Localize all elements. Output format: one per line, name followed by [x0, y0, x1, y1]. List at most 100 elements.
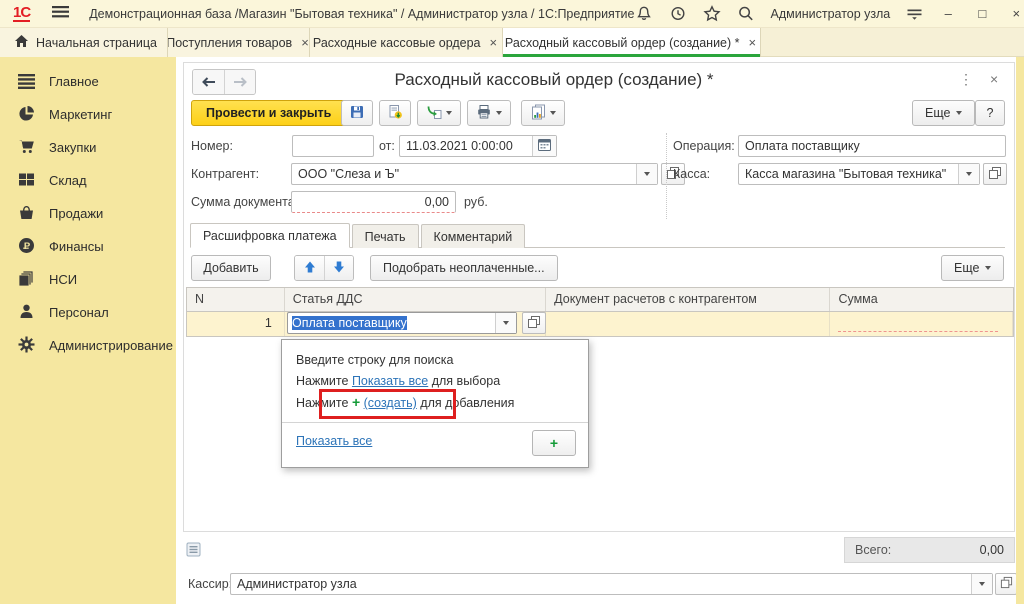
reports-button[interactable]: [521, 100, 565, 126]
tab-comment[interactable]: Комментарий: [421, 224, 526, 248]
save-button[interactable]: [341, 100, 373, 126]
workspace: Главное Маркетинг Закупки Склад Продажи …: [0, 57, 1024, 604]
sidebar-item-label: Маркетинг: [49, 107, 112, 122]
chevron-down-icon: [966, 172, 972, 176]
settlement-doc-cell[interactable]: [546, 312, 830, 336]
open-link-icon: [527, 315, 541, 332]
chevron-down-icon: [503, 321, 509, 325]
print-button[interactable]: [467, 100, 511, 126]
table-more-button[interactable]: Еще: [941, 255, 1004, 281]
sidebar-item-administration[interactable]: Администрирование: [0, 329, 176, 362]
sidebar-item-marketing[interactable]: Маркетинг: [0, 98, 176, 131]
sidebar-item-purchases[interactable]: Закупки: [0, 131, 176, 164]
document-area: Расходный кассовый ордер (создание) * ⋮ …: [176, 57, 1016, 604]
move-row-up-button[interactable]: [295, 256, 324, 280]
form-kebab-icon[interactable]: ⋮: [959, 71, 973, 88]
close-window-button[interactable]: ×: [1007, 6, 1024, 21]
main-menu-button[interactable]: [52, 5, 69, 22]
create-inline-link[interactable]: (создать): [364, 396, 417, 410]
create-based-on-button[interactable]: [417, 100, 461, 126]
chevron-down-icon: [550, 111, 556, 115]
date-input[interactable]: 11.03.2021 0:00:00: [400, 136, 532, 156]
operation-input[interactable]: Оплата поставщику: [738, 135, 1006, 157]
cashier-dropdown-button[interactable]: [971, 574, 992, 594]
date-input-group: 11.03.2021 0:00:00: [399, 135, 557, 157]
pie-chart-icon: [18, 105, 35, 125]
show-all-inline-link[interactable]: Показать все: [352, 374, 428, 388]
tab-goods-receipts[interactable]: Поступления товаров ×: [168, 28, 310, 57]
calendar-icon: [537, 137, 552, 155]
sidebar-item-sales[interactable]: Продажи: [0, 197, 176, 230]
cashbox-dropdown-button[interactable]: [958, 164, 979, 184]
history-icon[interactable]: [669, 5, 687, 22]
form-close-icon[interactable]: ×: [990, 71, 998, 87]
sidebar-item-label: Администрирование: [49, 338, 173, 353]
service-settings-icon[interactable]: [906, 6, 923, 21]
maximize-button[interactable]: □: [973, 6, 991, 21]
column-header-amount[interactable]: Сумма: [830, 288, 1013, 311]
calendar-button[interactable]: [532, 136, 556, 156]
hint-text: Нажмите: [296, 396, 352, 410]
tab-home[interactable]: Начальная страница: [0, 28, 168, 57]
forward-button[interactable]: [224, 70, 255, 94]
dds-item-open-button[interactable]: [522, 312, 546, 334]
dropdown-hint-popup: Введите строку для поиска Нажмите Показа…: [281, 339, 589, 468]
cashbox-open-button[interactable]: [983, 163, 1007, 185]
tab-print[interactable]: Печать: [352, 224, 419, 248]
nav-history-group: [192, 69, 256, 95]
post-and-close-button[interactable]: Провести и закрыть: [191, 100, 346, 126]
chevron-down-icon: [446, 111, 452, 115]
amount-input[interactable]: 0,00: [291, 191, 456, 213]
tab-close-icon[interactable]: ×: [488, 36, 500, 49]
cashier-open-button[interactable]: [995, 573, 1017, 595]
column-header-settlement-doc[interactable]: Документ расчетов с контрагентом: [546, 288, 830, 311]
arrow-down-icon: [332, 260, 346, 277]
basket-icon: [18, 204, 35, 224]
dds-item-editor-input[interactable]: Оплата поставщику: [288, 313, 495, 333]
form-tabs: Расшифровка платежа Печать Комментарий: [190, 223, 1005, 248]
current-user[interactable]: Администратор узла: [771, 7, 891, 21]
notifications-bell-icon[interactable]: [635, 5, 653, 22]
post-document-button[interactable]: [379, 100, 411, 126]
tab-close-icon[interactable]: ×: [747, 36, 759, 49]
sidebar-item-finance[interactable]: P Финансы: [0, 230, 176, 263]
sidebar-item-personnel[interactable]: Персонал: [0, 296, 176, 329]
move-row-down-button[interactable]: [324, 256, 353, 280]
number-input[interactable]: [292, 135, 374, 157]
help-button[interactable]: ?: [975, 100, 1005, 126]
counterparty-input[interactable]: ООО "Слеза и Ъ": [292, 164, 636, 184]
tab-close-icon[interactable]: ×: [299, 36, 310, 49]
pick-unpaid-button[interactable]: Подобрать неоплаченные...: [370, 255, 558, 281]
favorites-star-icon[interactable]: [703, 5, 721, 22]
column-header-dds-item[interactable]: Статья ДДС: [285, 288, 546, 311]
sidebar-item-warehouse[interactable]: Склад: [0, 164, 176, 197]
cashier-input[interactable]: Администратор узла: [231, 574, 971, 594]
show-all-link[interactable]: Показать все: [296, 434, 372, 448]
popup-divider: [282, 422, 588, 423]
print-icon: [476, 104, 492, 123]
search-icon[interactable]: [737, 5, 755, 22]
amount-cell[interactable]: [830, 312, 1013, 336]
tab-payment-details[interactable]: Расшифровка платежа: [190, 223, 350, 248]
counterparty-label: Контрагент:: [191, 163, 259, 185]
sidebar-item-label: Главное: [49, 74, 99, 89]
form-more-button[interactable]: Еще: [912, 100, 975, 126]
minimize-button[interactable]: –: [939, 6, 957, 21]
counterparty-dropdown-button[interactable]: [636, 164, 657, 184]
required-field-underline: [838, 331, 998, 332]
list-view-icon[interactable]: [186, 542, 201, 560]
tab-cash-orders-list[interactable]: Расходные кассовые ордера ×: [310, 28, 503, 57]
chevron-down-icon: [979, 582, 985, 586]
dds-item-dropdown-button[interactable]: [495, 313, 516, 333]
sidebar-item-main[interactable]: Главное: [0, 65, 176, 98]
tab-cash-order-new[interactable]: Расходный кассовый ордер (создание) * ×: [503, 28, 761, 57]
column-header-n[interactable]: N: [187, 288, 285, 311]
add-row-button[interactable]: Добавить: [191, 255, 271, 281]
back-button[interactable]: [193, 70, 224, 94]
titlebar-actions: Администратор узла – □ ×: [635, 5, 1024, 22]
hint-text: Нажмите: [296, 374, 352, 388]
sidebar-item-nsi[interactable]: НСИ: [0, 263, 176, 296]
cashbox-input[interactable]: Касса магазина "Бытовая техника": [739, 164, 958, 184]
create-new-button[interactable]: +: [532, 430, 576, 456]
sections-sidebar: Главное Маркетинг Закупки Склад Продажи …: [0, 57, 176, 604]
